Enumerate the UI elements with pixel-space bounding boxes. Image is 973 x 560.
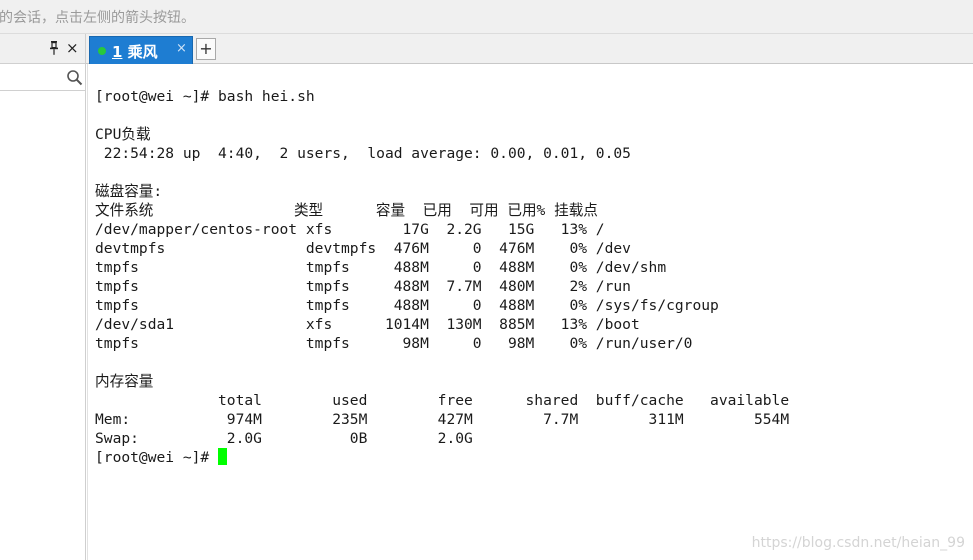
session-search[interactable] — [0, 64, 85, 91]
terminal-line: /dev/sda1 xfs 1014M 130M 885M 13% /boot — [95, 316, 640, 333]
session-pane: × — [0, 34, 86, 560]
terminal-line: 文件系统 类型 容量 已用 可用 已用% 挂载点 — [95, 202, 598, 219]
terminal-prompt-line[interactable]: [root@wei ~]# — [95, 448, 789, 467]
terminal-line: total used free shared buff/cache availa… — [95, 392, 790, 409]
session-pane-header: × — [0, 34, 85, 64]
terminal-line: /dev/mapper/centos-root xfs 17G 2.2G 15G… — [95, 221, 605, 238]
terminal[interactable]: [root@wei ~]# bash hei.sh CPU负载 22:54:28… — [87, 64, 973, 560]
new-tab-button[interactable]: + — [196, 38, 216, 60]
tab-bar: 1 乘风 × + — [86, 34, 973, 64]
pin-icon[interactable] — [49, 41, 59, 55]
terminal-output: [root@wei ~]# bash hei.sh CPU负载 22:54:28… — [95, 87, 789, 467]
terminal-line: Swap: 2.0G 0B 2.0G — [95, 430, 473, 447]
terminal-line: Mem: 974M 235M 427M 7.7M 311M 554M — [95, 411, 790, 428]
terminal-prompt: [root@wei ~]# — [95, 449, 219, 466]
search-icon[interactable] — [66, 69, 83, 86]
close-icon[interactable]: × — [66, 39, 79, 57]
terminal-line: devtmpfs devtmpfs 476M 0 476M 0% /dev — [95, 240, 631, 257]
hint-text: 的会话，点击左侧的箭头按钮。 — [0, 10, 195, 26]
terminal-cursor — [218, 448, 228, 465]
connected-status-icon — [98, 47, 106, 55]
terminal-line: CPU负载 — [95, 126, 151, 143]
terminal-line: 内存容量 — [95, 373, 154, 390]
terminal-line: tmpfs tmpfs 488M 7.7M 480M 2% /run — [95, 278, 631, 295]
terminal-line: [root@wei ~]# bash hei.sh — [95, 88, 315, 105]
tab-close-icon[interactable]: × — [176, 41, 187, 56]
terminal-line: 22:54:28 up 4:40, 2 users, load average:… — [95, 145, 631, 162]
terminal-line: 磁盘容量: — [95, 183, 163, 200]
terminal-line: tmpfs tmpfs 488M 0 488M 0% /dev/shm — [95, 259, 667, 276]
watermark: https://blog.csdn.net/heian_99 — [751, 535, 965, 551]
tab-label: 1 乘风 — [112, 41, 158, 62]
tab-number: 1 — [112, 43, 123, 61]
terminal-line: tmpfs tmpfs 98M 0 98M 0% /run/user/0 — [95, 335, 693, 352]
terminal-line: tmpfs tmpfs 488M 0 488M 0% /sys/fs/cgrou… — [95, 297, 719, 314]
tab-session[interactable]: 1 乘风 × — [89, 36, 193, 64]
app-window: 的会话，点击左侧的箭头按钮。 × 1 乘风 × + [root@wei ~]# … — [0, 0, 973, 560]
hint-bar: 的会话，点击左侧的箭头按钮。 — [0, 0, 973, 34]
tab-title: 乘风 — [127, 43, 158, 61]
